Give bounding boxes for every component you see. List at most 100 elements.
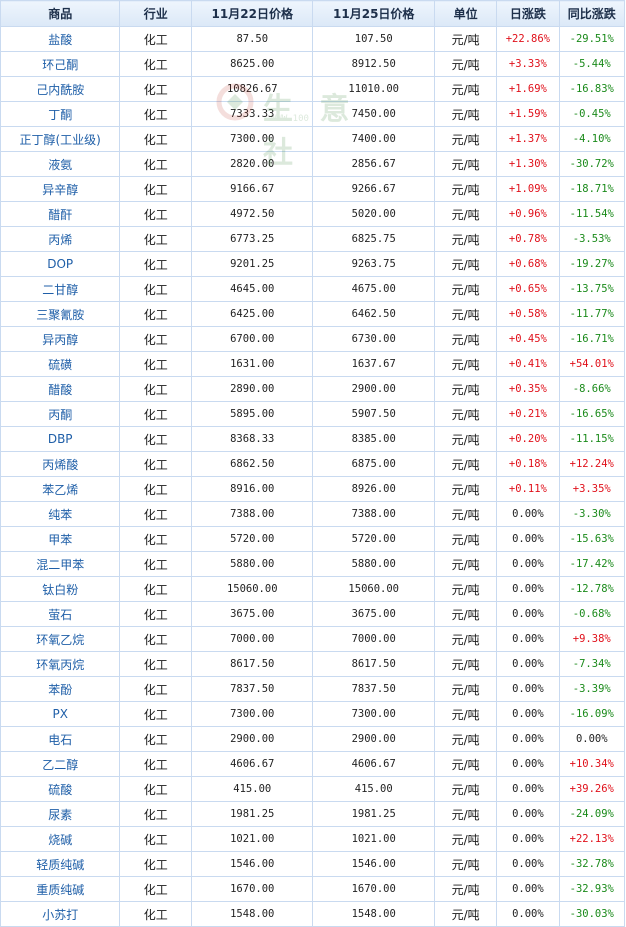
product-name-cell[interactable]: 甲苯	[0, 526, 121, 552]
table-row: 醋酐 化工 4972.50 5020.00 元/吨 +0.96% -11.54%	[0, 201, 626, 227]
product-name-cell[interactable]: 萤石	[0, 601, 121, 627]
industry-cell: 化工	[119, 276, 193, 302]
industry-cell: 化工	[119, 251, 193, 277]
price-nov22-cell: 1021.00	[191, 826, 314, 852]
industry-cell: 化工	[119, 51, 193, 77]
price-nov22-cell: 7388.00	[191, 501, 314, 527]
product-name-cell[interactable]: 环氧乙烷	[0, 626, 121, 652]
product-name-cell[interactable]: 己内酰胺	[0, 76, 121, 102]
industry-cell: 化工	[119, 701, 193, 727]
product-name-cell[interactable]: 电石	[0, 726, 121, 752]
price-nov22-cell: 6862.50	[191, 451, 314, 477]
unit-cell: 元/吨	[433, 726, 498, 752]
price-nov22-cell: 7333.33	[191, 101, 314, 127]
product-name-cell[interactable]: 混二甲苯	[0, 551, 121, 577]
price-nov22-cell: 8916.00	[191, 476, 314, 502]
product-name-cell[interactable]: 环己酮	[0, 51, 121, 77]
product-name-cell[interactable]: 醋酸	[0, 376, 121, 402]
price-nov25-cell: 2856.67	[312, 151, 435, 177]
daily-change-cell: 0.00%	[496, 576, 560, 602]
product-name-cell[interactable]: 乙二醇	[0, 751, 121, 777]
industry-cell: 化工	[119, 851, 193, 877]
table-row: 尿素 化工 1981.25 1981.25 元/吨 0.00% -24.09%	[0, 801, 626, 827]
product-name-cell[interactable]: 硫磺	[0, 351, 121, 377]
yoy-change-cell: -15.63%	[558, 526, 626, 552]
unit-cell: 元/吨	[433, 801, 498, 827]
table-row: 环氧丙烷 化工 8617.50 8617.50 元/吨 0.00% -7.34%	[0, 651, 626, 677]
product-name-cell[interactable]: 重质纯碱	[0, 876, 121, 902]
product-name-cell[interactable]: 丁酮	[0, 101, 121, 127]
price-nov22-cell: 1670.00	[191, 876, 314, 902]
yoy-change-cell: -19.27%	[558, 251, 626, 277]
unit-cell: 元/吨	[433, 851, 498, 877]
industry-cell: 化工	[119, 426, 193, 452]
table-row: 小苏打 化工 1548.00 1548.00 元/吨 0.00% -30.03%	[0, 901, 626, 927]
price-nov25-cell: 8385.00	[312, 426, 435, 452]
unit-cell: 元/吨	[433, 51, 498, 77]
daily-change-cell: 0.00%	[496, 626, 560, 652]
product-name-cell[interactable]: 轻质纯碱	[0, 851, 121, 877]
product-name-cell[interactable]: 丙酮	[0, 401, 121, 427]
header-industry: 行业	[119, 0, 193, 27]
yoy-change-cell: +10.34%	[558, 751, 626, 777]
price-nov22-cell: 7300.00	[191, 701, 314, 727]
industry-cell: 化工	[119, 676, 193, 702]
unit-cell: 元/吨	[433, 26, 498, 52]
price-nov22-cell: 6773.25	[191, 226, 314, 252]
price-nov22-cell: 9201.25	[191, 251, 314, 277]
industry-cell: 化工	[119, 776, 193, 802]
price-nov22-cell: 3675.00	[191, 601, 314, 627]
daily-change-cell: 0.00%	[496, 726, 560, 752]
yoy-change-cell: -13.75%	[558, 276, 626, 302]
yoy-change-cell: +12.24%	[558, 451, 626, 477]
price-nov25-cell: 8912.50	[312, 51, 435, 77]
price-nov22-cell: 5720.00	[191, 526, 314, 552]
product-name-cell[interactable]: 烧碱	[0, 826, 121, 852]
price-nov22-cell: 7000.00	[191, 626, 314, 652]
price-nov25-cell: 7388.00	[312, 501, 435, 527]
product-name-cell[interactable]: DBP	[0, 426, 121, 452]
product-name-cell[interactable]: 苯酚	[0, 676, 121, 702]
product-name-cell[interactable]: 纯苯	[0, 501, 121, 527]
unit-cell: 元/吨	[433, 876, 498, 902]
product-name-cell[interactable]: 尿素	[0, 801, 121, 827]
product-name-cell[interactable]: 环氧丙烷	[0, 651, 121, 677]
unit-cell: 元/吨	[433, 426, 498, 452]
industry-cell: 化工	[119, 826, 193, 852]
product-name-cell[interactable]: 钛白粉	[0, 576, 121, 602]
unit-cell: 元/吨	[433, 626, 498, 652]
product-name-cell[interactable]: 硫酸	[0, 776, 121, 802]
product-name-cell[interactable]: 小苏打	[0, 901, 121, 927]
daily-change-cell: 0.00%	[496, 551, 560, 577]
product-name-cell[interactable]: PX	[0, 701, 121, 727]
price-nov25-cell: 6730.00	[312, 326, 435, 352]
price-nov22-cell: 5895.00	[191, 401, 314, 427]
price-nov22-cell: 1546.00	[191, 851, 314, 877]
yoy-change-cell: +22.13%	[558, 826, 626, 852]
product-name-cell[interactable]: DOP	[0, 251, 121, 277]
daily-change-cell: +1.37%	[496, 126, 560, 152]
price-nov22-cell: 1981.25	[191, 801, 314, 827]
product-name-cell[interactable]: 苯乙烯	[0, 476, 121, 502]
unit-cell: 元/吨	[433, 76, 498, 102]
product-name-cell[interactable]: 异丙醇	[0, 326, 121, 352]
price-nov25-cell: 11010.00	[312, 76, 435, 102]
product-name-cell[interactable]: 异辛醇	[0, 176, 121, 202]
product-name-cell[interactable]: 液氨	[0, 151, 121, 177]
product-name-cell[interactable]: 醋酐	[0, 201, 121, 227]
yoy-change-cell: -18.71%	[558, 176, 626, 202]
daily-change-cell: +0.20%	[496, 426, 560, 452]
product-name-cell[interactable]: 正丁醇(工业级)	[0, 126, 121, 152]
product-name-cell[interactable]: 丙烯	[0, 226, 121, 252]
product-name-cell[interactable]: 丙烯酸	[0, 451, 121, 477]
price-nov25-cell: 3675.00	[312, 601, 435, 627]
table-row: 二甘醇 化工 4645.00 4675.00 元/吨 +0.65% -13.75%	[0, 276, 626, 302]
yoy-change-cell: -0.45%	[558, 101, 626, 127]
yoy-change-cell: -17.42%	[558, 551, 626, 577]
product-name-cell[interactable]: 盐酸	[0, 26, 121, 52]
product-name-cell[interactable]: 三聚氰胺	[0, 301, 121, 327]
price-nov25-cell: 1670.00	[312, 876, 435, 902]
price-nov25-cell: 9266.67	[312, 176, 435, 202]
yoy-change-cell: -11.54%	[558, 201, 626, 227]
product-name-cell[interactable]: 二甘醇	[0, 276, 121, 302]
